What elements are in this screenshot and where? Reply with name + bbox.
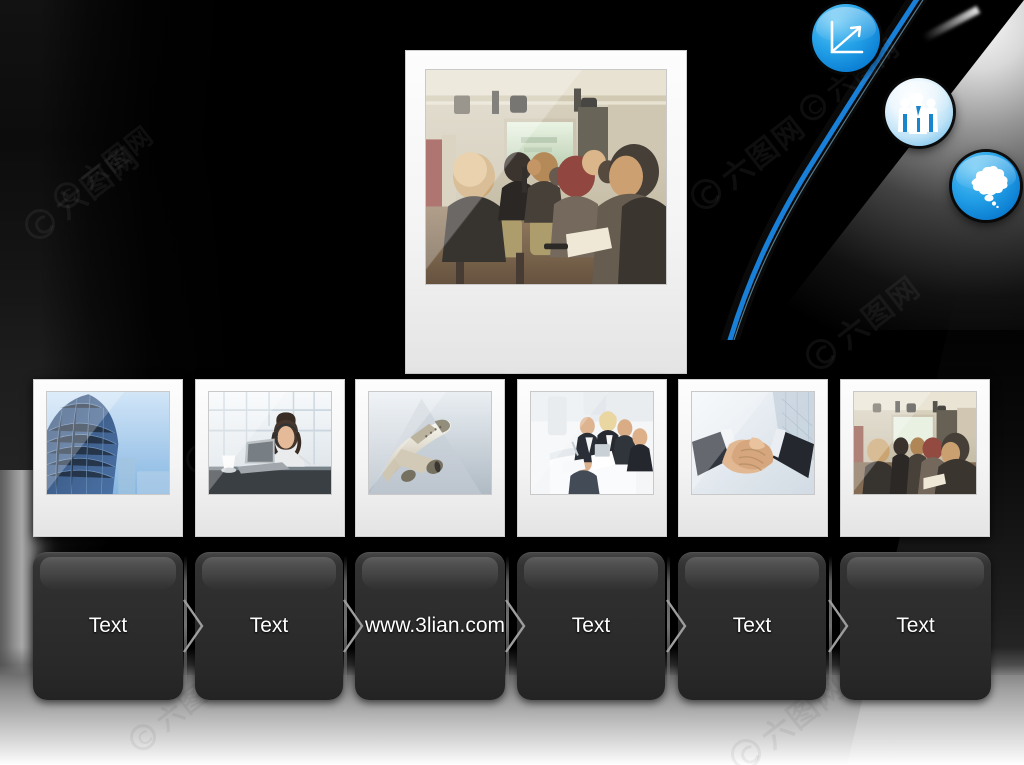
process-step-label: Text bbox=[732, 613, 772, 637]
conference-audience-photo bbox=[426, 70, 666, 284]
process-step-label: Text bbox=[896, 613, 935, 637]
thumbnail-photo-window bbox=[46, 391, 170, 495]
thought-bubble-icon[interactable] bbox=[952, 152, 1020, 220]
list-item[interactable] bbox=[678, 379, 828, 537]
process-step-button-1[interactable]: Text bbox=[33, 552, 183, 700]
button-gloss bbox=[202, 557, 336, 591]
button-gloss bbox=[40, 557, 176, 591]
button-gloss bbox=[362, 557, 498, 591]
thumbnail-photo-window bbox=[208, 391, 332, 495]
list-item[interactable] bbox=[517, 379, 667, 537]
growth-chart-icon[interactable] bbox=[812, 4, 880, 72]
process-step-label: www.3lian.com bbox=[365, 613, 506, 637]
list-item[interactable] bbox=[840, 379, 990, 537]
process-step-button-5[interactable]: Text bbox=[678, 552, 826, 700]
list-item[interactable] bbox=[195, 379, 345, 537]
team-people-icon[interactable] bbox=[885, 78, 953, 146]
conference-audience-photo bbox=[854, 392, 976, 494]
list-item[interactable] bbox=[355, 379, 505, 537]
process-step-label: Text bbox=[571, 613, 611, 637]
business-meeting-photo bbox=[531, 392, 653, 494]
thumbnail-photo-window bbox=[853, 391, 977, 495]
list-item[interactable] bbox=[33, 379, 183, 537]
process-step-button-3[interactable]: www.3lian.com bbox=[355, 552, 505, 700]
call-center-agent-photo bbox=[209, 392, 331, 494]
process-step-label: Text bbox=[249, 613, 289, 637]
process-step-button-2[interactable]: Text bbox=[195, 552, 343, 700]
airplane-takeoff-photo bbox=[369, 392, 491, 494]
button-gloss bbox=[685, 557, 819, 591]
thumbnail-photo-window bbox=[691, 391, 815, 495]
process-step-button-6[interactable]: Text bbox=[840, 552, 991, 700]
process-step-label: Text bbox=[88, 613, 128, 637]
slide-canvas: 六图网 六图网 六图网 六图网 六图网 六图网 六图网 六图网 六图网 六图网 bbox=[0, 0, 1024, 765]
button-gloss bbox=[847, 557, 984, 591]
glass-skyscraper-photo bbox=[47, 392, 169, 494]
thumbnail-photo-window bbox=[368, 391, 492, 495]
hero-photo-frame[interactable] bbox=[405, 50, 687, 374]
process-step-button-4[interactable]: Text bbox=[517, 552, 665, 700]
thumbnail-photo-window bbox=[530, 391, 654, 495]
hero-photo-window bbox=[425, 69, 667, 285]
handshake-photo bbox=[692, 392, 814, 494]
button-gloss bbox=[524, 557, 658, 591]
